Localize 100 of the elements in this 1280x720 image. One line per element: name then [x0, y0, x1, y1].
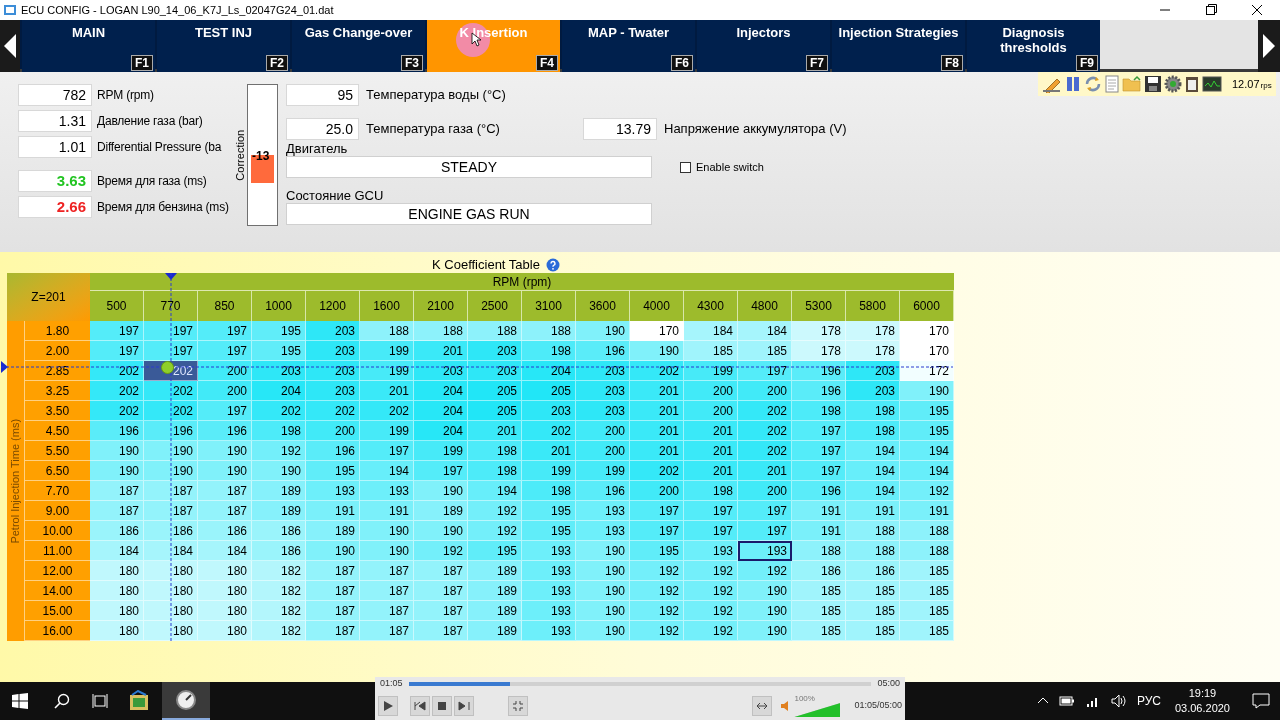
- table-cell[interactable]: 199: [360, 341, 414, 361]
- table-cell[interactable]: 185: [900, 581, 954, 601]
- table-cell[interactable]: 187: [414, 621, 468, 641]
- table-cell[interactable]: 189: [252, 481, 306, 501]
- table-cell[interactable]: 197: [792, 421, 846, 441]
- table-cell[interactable]: 197: [360, 441, 414, 461]
- table-cell[interactable]: 203: [522, 401, 576, 421]
- table-cell[interactable]: 203: [576, 361, 630, 381]
- table-cell[interactable]: 205: [468, 401, 522, 421]
- table-cell[interactable]: 184: [198, 541, 252, 561]
- table-cell[interactable]: 202: [630, 461, 684, 481]
- table-cell[interactable]: 191: [846, 501, 900, 521]
- table-cell[interactable]: 190: [738, 601, 792, 621]
- fullscreen-button[interactable]: [508, 695, 528, 716]
- stop-button[interactable]: [432, 695, 452, 716]
- table-cell[interactable]: 201: [630, 441, 684, 461]
- tab[interactable]: Diagnosis thresholds F9: [967, 20, 1100, 72]
- table-cell[interactable]: 197: [684, 501, 738, 521]
- table-cell[interactable]: 197: [684, 521, 738, 541]
- table-cell[interactable]: 170: [900, 341, 954, 361]
- table-cell[interactable]: 201: [630, 421, 684, 441]
- table-cell[interactable]: 184: [144, 541, 198, 561]
- previous-button[interactable]: [410, 695, 430, 716]
- table-cell[interactable]: 194: [846, 481, 900, 501]
- table-cell[interactable]: 188: [522, 321, 576, 341]
- table-cell[interactable]: 204: [252, 381, 306, 401]
- table-cell[interactable]: 188: [360, 321, 414, 341]
- table-cell[interactable]: 185: [792, 601, 846, 621]
- table-cell[interactable]: 196: [306, 441, 360, 461]
- table-cell[interactable]: 192: [684, 621, 738, 641]
- table-cell[interactable]: 194: [900, 441, 954, 461]
- table-cell[interactable]: 195: [252, 321, 306, 341]
- table-cell[interactable]: 196: [198, 421, 252, 441]
- table-cell[interactable]: 200: [684, 381, 738, 401]
- table-cell[interactable]: 187: [414, 581, 468, 601]
- table-cell[interactable]: 178: [792, 321, 846, 341]
- search-icon[interactable]: [54, 693, 70, 709]
- table-cell[interactable]: 189: [468, 581, 522, 601]
- table-cell[interactable]: 190: [900, 381, 954, 401]
- table-cell[interactable]: 188: [846, 541, 900, 561]
- table-cell[interactable]: 194: [360, 461, 414, 481]
- table-cell[interactable]: 186: [252, 521, 306, 541]
- table-cell[interactable]: 190: [738, 581, 792, 601]
- table-cell[interactable]: 180: [144, 581, 198, 601]
- table-cell[interactable]: 190: [414, 521, 468, 541]
- table-cell[interactable]: 199: [360, 421, 414, 441]
- table-cell[interactable]: 190: [306, 541, 360, 561]
- table-cell[interactable]: 193: [522, 561, 576, 581]
- table-cell[interactable]: 193: [522, 601, 576, 621]
- help-icon[interactable]: [545, 257, 560, 272]
- table-cell[interactable]: 192: [630, 581, 684, 601]
- table-cell[interactable]: 204: [522, 361, 576, 381]
- table-cell[interactable]: 180: [198, 621, 252, 641]
- table-cell[interactable]: 180: [90, 621, 144, 641]
- table-cell[interactable]: 193: [738, 541, 792, 561]
- table-cell[interactable]: 186: [90, 521, 144, 541]
- table-cell[interactable]: 202: [522, 421, 576, 441]
- table-cell[interactable]: 195: [522, 521, 576, 541]
- table-cell[interactable]: 203: [306, 381, 360, 401]
- table-cell[interactable]: 199: [414, 441, 468, 461]
- table-cell[interactable]: 185: [846, 621, 900, 641]
- table-cell[interactable]: 190: [576, 541, 630, 561]
- table-cell[interactable]: 204: [414, 381, 468, 401]
- table-cell[interactable]: 193: [522, 541, 576, 561]
- table-cell[interactable]: 197: [792, 441, 846, 461]
- table-cell[interactable]: 186: [252, 541, 306, 561]
- table-cell[interactable]: 188: [468, 321, 522, 341]
- table-cell[interactable]: 201: [468, 421, 522, 441]
- table-cell[interactable]: 184: [738, 321, 792, 341]
- table-cell[interactable]: 190: [576, 621, 630, 641]
- table-cell[interactable]: 185: [738, 341, 792, 361]
- table-cell[interactable]: 188: [900, 541, 954, 561]
- table-cell[interactable]: 193: [360, 481, 414, 501]
- table-cell[interactable]: 197: [144, 321, 198, 341]
- table-cell[interactable]: 200: [306, 421, 360, 441]
- table-cell[interactable]: 202: [144, 401, 198, 421]
- table-cell[interactable]: 198: [684, 481, 738, 501]
- tab[interactable]: Gas Change-over F3: [292, 20, 425, 72]
- monitor-icon[interactable]: [1202, 75, 1222, 93]
- table-cell[interactable]: 187: [306, 561, 360, 581]
- table-cell[interactable]: 185: [684, 341, 738, 361]
- table-cell[interactable]: 203: [576, 381, 630, 401]
- table-cell[interactable]: 198: [846, 401, 900, 421]
- save-icon[interactable]: [1144, 75, 1162, 93]
- table-cell[interactable]: 201: [630, 401, 684, 421]
- table-cell[interactable]: 204: [414, 401, 468, 421]
- table-cell[interactable]: 192: [414, 541, 468, 561]
- table-cell[interactable]: 197: [414, 461, 468, 481]
- table-cell[interactable]: 202: [90, 361, 144, 381]
- table-cell[interactable]: 205: [522, 381, 576, 401]
- table-cell[interactable]: 190: [630, 341, 684, 361]
- table-cell[interactable]: 192: [468, 521, 522, 541]
- table-cell[interactable]: 198: [522, 481, 576, 501]
- notification-icon[interactable]: [1252, 693, 1270, 709]
- next-button[interactable]: [454, 695, 474, 716]
- table-cell[interactable]: 197: [630, 521, 684, 541]
- table-cell[interactable]: 197: [198, 341, 252, 361]
- table-cell[interactable]: 201: [738, 461, 792, 481]
- table-cell[interactable]: 197: [90, 321, 144, 341]
- play-button[interactable]: [378, 695, 398, 716]
